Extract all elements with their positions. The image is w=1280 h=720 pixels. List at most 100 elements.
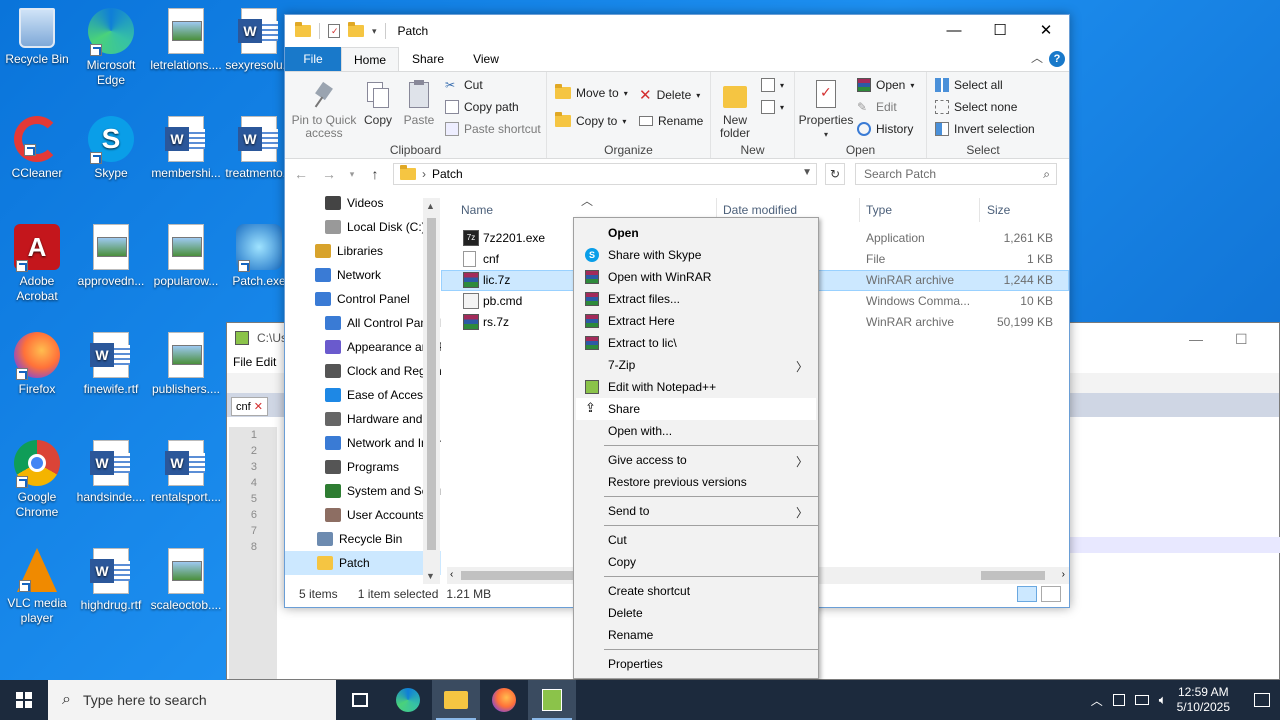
easy-access-button[interactable]: ▾ [761, 100, 784, 114]
minimize-icon[interactable]: — [1189, 331, 1203, 347]
nav-item[interactable]: Clock and Region [285, 359, 441, 383]
scroll-down-icon[interactable]: ▼ [426, 571, 435, 581]
desktop-icon-file[interactable]: W rentalsport.... [149, 440, 223, 505]
menu-item-open[interactable]: Open [574, 222, 818, 244]
new-item-button[interactable]: ▾ [761, 78, 784, 92]
desktop-icon-skype[interactable]: S Skype [74, 116, 148, 181]
desktop-icon-file[interactable]: letrelations.... [149, 8, 223, 73]
copy-button[interactable]: Copy [361, 80, 395, 127]
properties-icon[interactable]: ✓ [328, 24, 340, 38]
task-view-button[interactable] [336, 680, 384, 720]
desktop-icon-file[interactable]: W handsinde.... [74, 440, 148, 505]
collapse-ribbon-icon[interactable]: ︿ [1031, 49, 1043, 66]
menu-item-rename[interactable]: Rename [574, 624, 818, 646]
notification-icon[interactable] [1254, 693, 1270, 707]
breadcrumb-current[interactable]: Patch [432, 167, 463, 181]
close-button[interactable]: ✕ [1023, 16, 1069, 46]
desktop-icon-chrome[interactable]: Google Chrome [0, 440, 74, 520]
menu-item-copy[interactable]: Copy [574, 551, 818, 573]
desktop-icon-acrobat[interactable]: A Adobe Acrobat [0, 224, 74, 304]
menu-item-delete[interactable]: Delete [574, 602, 818, 624]
tab-file[interactable]: File [285, 47, 341, 71]
desktop-icon-ccleaner[interactable]: CCleaner [0, 116, 74, 181]
paste-button[interactable]: Paste [401, 80, 437, 127]
delete-button[interactable]: ✕ Delete ▾ [639, 86, 700, 104]
column-size[interactable]: Size [987, 203, 1010, 217]
column-type[interactable]: Type [866, 203, 892, 217]
refresh-button[interactable]: ↻ [825, 163, 845, 185]
menu-item-open-with[interactable]: Open with... [574, 420, 818, 442]
properties-button[interactable]: ✓ Properties ▾ [797, 80, 855, 141]
close-icon[interactable]: ✕ [254, 401, 263, 413]
invert-selection-button[interactable]: Invert selection [935, 122, 1035, 136]
cut-button[interactable]: ✂ Cut [445, 78, 483, 92]
taskbar-file-explorer[interactable] [432, 680, 480, 720]
menu-item-extract-to[interactable]: Extract to lic\ [574, 332, 818, 354]
nav-item[interactable]: Control Panel [285, 287, 441, 311]
menu-item-extract-here[interactable]: Extract Here [574, 310, 818, 332]
nav-item[interactable]: Libraries [285, 239, 441, 263]
recent-chevron-icon[interactable]: ▾ [347, 169, 357, 180]
volume-icon[interactable]: 🔈︎ [1159, 692, 1167, 708]
menu-item-create-shortcut[interactable]: Create shortcut [574, 580, 818, 602]
chevron-up-icon[interactable]: ︿ [1091, 692, 1103, 709]
search-input[interactable]: Search Patch ⌕ [855, 163, 1057, 185]
new-folder-button[interactable]: New folder [715, 80, 755, 140]
nav-item[interactable]: Patch [285, 551, 441, 575]
history-button[interactable]: History [857, 122, 913, 136]
desktop-icon-file[interactable]: W membershi... [149, 116, 223, 181]
maximize-button[interactable]: ☐ [977, 16, 1023, 46]
taskbar-notepadpp[interactable] [528, 680, 576, 720]
nav-item[interactable]: Programs [285, 455, 441, 479]
scrollbar-thumb[interactable] [427, 218, 436, 550]
open-button[interactable]: Open ▾ [857, 78, 914, 92]
tab-home[interactable]: Home [341, 47, 399, 71]
desktop-icon-file[interactable]: W finewife.rtf [74, 332, 148, 397]
notepadpp-tab[interactable]: cnf ✕ [231, 397, 268, 416]
nav-item[interactable]: User Accounts [285, 503, 441, 527]
network-icon[interactable] [1134, 695, 1149, 705]
nav-item[interactable]: Local Disk (C:) [285, 215, 441, 239]
nav-item[interactable]: System and Security [285, 479, 441, 503]
paste-shortcut-button[interactable]: Paste shortcut [445, 122, 541, 136]
desktop-icon-file[interactable]: publishers.... [149, 332, 223, 397]
start-button[interactable] [0, 680, 48, 720]
copy-path-button[interactable]: Copy path [445, 100, 519, 114]
select-none-button[interactable]: Select none [935, 100, 1017, 114]
column-name[interactable]: Name [461, 203, 493, 217]
tab-share[interactable]: Share [399, 47, 457, 71]
up-arrow-icon[interactable]: ↑ [365, 166, 385, 182]
desktop-icon-vlc[interactable]: VLC media player [0, 548, 74, 626]
nav-item[interactable]: Network [285, 263, 441, 287]
desktop-icon-recycle-bin[interactable]: Recycle Bin [0, 8, 74, 67]
nav-item[interactable]: Hardware and Sound [285, 407, 441, 431]
copy-to-button[interactable]: Copy to ▾ [555, 112, 626, 128]
menu-item-extract-files[interactable]: Extract files... [574, 288, 818, 310]
desktop-icon-file[interactable]: scaleoctob.... [149, 548, 223, 613]
nav-item[interactable]: Recycle Bin [285, 527, 441, 551]
large-icons-view-icon[interactable] [1041, 586, 1061, 602]
back-arrow-icon[interactable]: ← [291, 166, 311, 182]
menu-item-restore-versions[interactable]: Restore previous versions [574, 471, 818, 493]
forward-arrow-icon[interactable]: → [319, 166, 339, 182]
column-date-modified[interactable]: Date modified [723, 203, 797, 217]
scrollbar-thumb[interactable] [981, 571, 1045, 580]
desktop-icon-edge[interactable]: Microsoft Edge [74, 8, 148, 88]
chevron-down-icon[interactable]: ▼ [802, 167, 812, 178]
clock[interactable]: 12:59 AM 5/10/2025 [1177, 685, 1230, 715]
nav-item[interactable]: Network and Internet [285, 431, 441, 455]
desktop-icon-file[interactable]: approvedn... [74, 224, 148, 289]
minimize-button[interactable]: — [931, 16, 977, 46]
nav-scrollbar[interactable]: ▲ ▼ [423, 198, 440, 584]
help-icon[interactable]: ? [1049, 51, 1065, 67]
menu-item-properties[interactable]: Properties [574, 653, 818, 675]
menu-item-send-to[interactable]: Send to 〉 [574, 500, 818, 522]
maximize-icon[interactable]: ☐ [1235, 331, 1248, 348]
title-bar[interactable]: ✓ ▾ Patch — ☐ ✕ [285, 15, 1069, 47]
desktop-icon-firefox[interactable]: Firefox [0, 332, 74, 397]
scroll-right-icon[interactable]: › [1062, 569, 1065, 580]
menu-item-give-access[interactable]: Give access to 〉 [574, 449, 818, 471]
nav-item[interactable]: Videos [285, 191, 441, 215]
taskbar-search-box[interactable]: ⌕ Type here to search [48, 680, 336, 720]
chevron-down-icon[interactable]: ▾ [372, 26, 377, 37]
